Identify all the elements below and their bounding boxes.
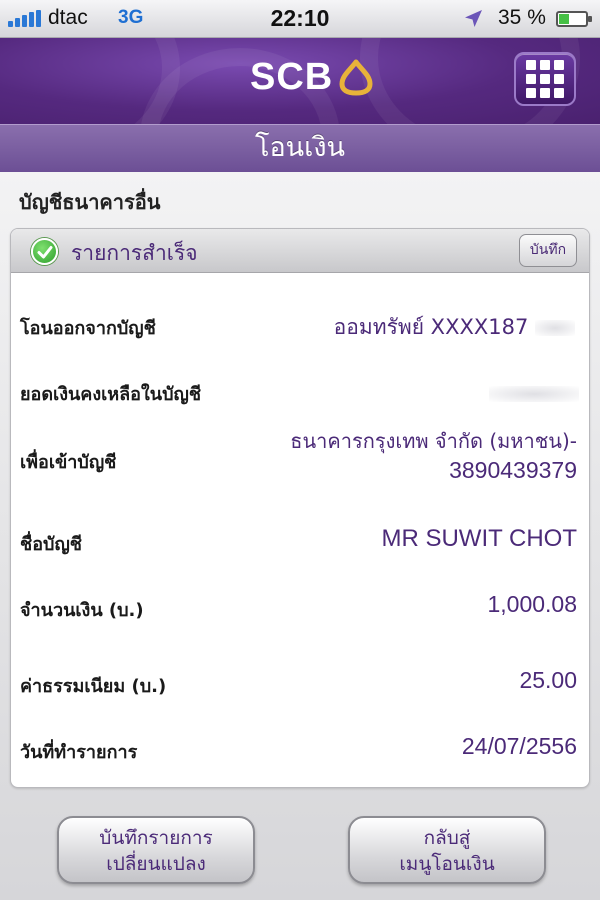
location-arrow-icon bbox=[465, 10, 482, 27]
main-content: บัญชีธนาคารอื่น รายการสำเร็จ บันทึก โอนอ… bbox=[0, 172, 600, 900]
status-bar: dtac 3G 22:10 35 % bbox=[0, 0, 600, 38]
detail-value: MR SUWIT CHOT bbox=[381, 525, 577, 552]
transfer-result-card: รายการสำเร็จ บันทึก โอนออกจากบัญชี ออมทร… bbox=[10, 228, 590, 788]
detail-value: 24/07/2556 bbox=[461, 733, 577, 759]
detail-row-balance: ยอดเงินคงเหลือในบัญชี bbox=[11, 373, 589, 407]
back-to-transfer-menu-button[interactable]: กลับสู่ เมนูโอนเงิน bbox=[348, 816, 546, 884]
result-header: รายการสำเร็จ บันทึก bbox=[11, 229, 589, 273]
battery-icon bbox=[556, 11, 592, 27]
save-favorite-button[interactable]: บันทึกรายการ เปลี่ยนแปลง bbox=[57, 816, 255, 884]
button-label-line1: บันทึกรายการ bbox=[99, 827, 213, 849]
button-label-line2: เปลี่ยนแปลง bbox=[106, 853, 206, 875]
detail-row-amount: จำนวนเงิน (บ.) 1,000.08 bbox=[11, 589, 589, 623]
screen-title-bar: โอนเงิน bbox=[0, 124, 600, 172]
detail-label: ค่าธรรมเนียม (บ.) bbox=[20, 676, 167, 697]
check-circle-icon bbox=[31, 238, 58, 265]
scb-logo: SCB bbox=[250, 56, 373, 99]
detail-value: 25.00 bbox=[519, 667, 577, 693]
button-label-line2: เมนูโอนเงิน bbox=[399, 853, 495, 875]
screen-title: โอนเงิน bbox=[254, 132, 346, 163]
brand-name: SCB bbox=[250, 56, 334, 98]
detail-value-account-number: 3890439379 bbox=[449, 457, 577, 483]
button-label-line1: กลับสู่ bbox=[423, 827, 471, 849]
detail-label: ยอดเงินคงเหลือในบัญชี bbox=[20, 384, 202, 405]
detail-row-to-account: เพื่อเข้าบัญชี ธนาคารกรุงเทพ จำกัด (มหาช… bbox=[11, 425, 589, 491]
detail-value: 1,000.08 bbox=[487, 591, 577, 617]
scb-lotus-icon bbox=[339, 59, 373, 95]
detail-label: เพื่อเข้าบัญชี bbox=[20, 452, 117, 473]
detail-value-masked bbox=[489, 379, 579, 406]
detail-value: ออมทรัพย์ XXXX187 bbox=[334, 311, 575, 344]
app-header: SCB bbox=[0, 38, 600, 124]
save-slip-button[interactable]: บันทึก bbox=[519, 234, 577, 267]
main-menu-button[interactable] bbox=[514, 52, 576, 106]
detail-label: วันที่ทำรายการ bbox=[20, 742, 138, 763]
detail-value-bank: ธนาคารกรุงเทพ จำกัด (มหาชน)- bbox=[290, 429, 577, 453]
detail-row-date: วันที่ทำรายการ 24/07/2556 bbox=[11, 731, 589, 765]
detail-row-from-account: โอนออกจากบัญชี ออมทรัพย์ XXXX187 bbox=[11, 307, 589, 341]
detail-label: ชื่อบัญชี bbox=[20, 534, 83, 555]
section-title: บัญชีธนาคารอื่น bbox=[19, 190, 161, 214]
detail-label: จำนวนเงิน (บ.) bbox=[20, 600, 144, 621]
detail-row-fee: ค่าธรรมเนียม (บ.) 25.00 bbox=[11, 665, 589, 699]
detail-label: โอนออกจากบัญชี bbox=[20, 318, 156, 339]
battery-percent: 35 % bbox=[498, 6, 546, 29]
detail-row-account-name: ชื่อบัญชี MR SUWIT CHOT bbox=[11, 523, 589, 557]
result-status: รายการสำเร็จ bbox=[71, 241, 198, 265]
